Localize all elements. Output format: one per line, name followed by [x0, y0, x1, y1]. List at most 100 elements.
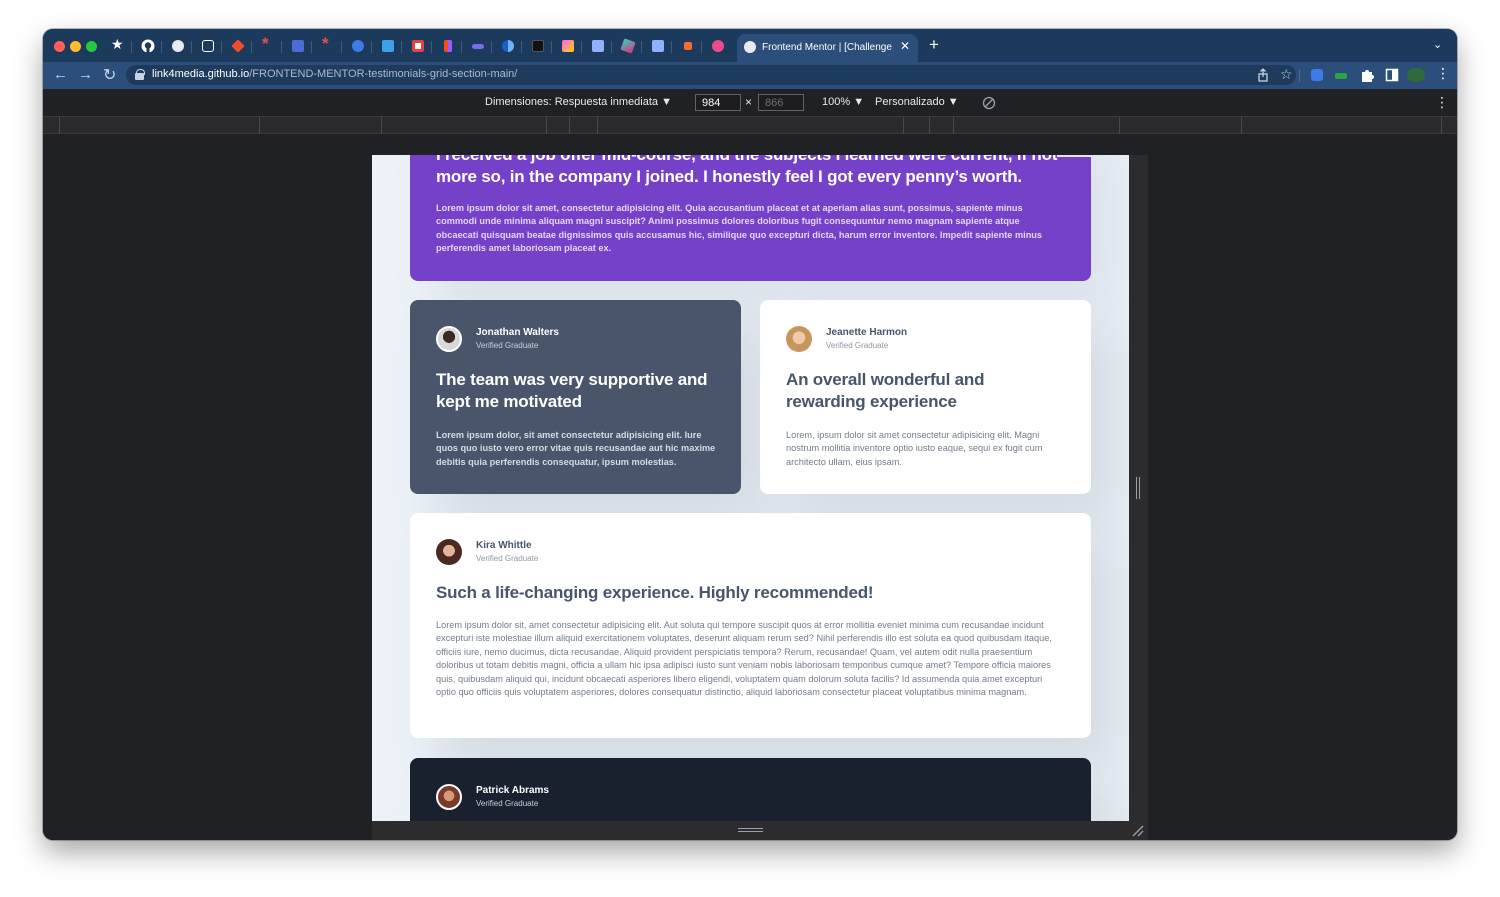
author-name: Kira Whittle: [476, 540, 532, 551]
sidebar-icon[interactable]: [1385, 68, 1399, 82]
e-badge-icon: [352, 40, 364, 52]
forward-button[interactable]: →: [78, 66, 93, 83]
pinned-tab-xd[interactable]: [559, 37, 577, 55]
pinned-tab-codepen[interactable]: [199, 37, 217, 55]
wave-icon: [472, 44, 484, 49]
ruler-segment[interactable]: [381, 117, 382, 134]
pinned-tab-bluetooth[interactable]: [289, 37, 307, 55]
tab-separator: [191, 41, 192, 53]
zoom-dropdown[interactable]: 100% ▼: [822, 96, 864, 108]
share-icon[interactable]: [1256, 68, 1270, 82]
cube-icon: [620, 38, 636, 54]
tab-strip: ★ * * Frontend Mentor | [Challenge] T ✕ …: [43, 29, 1457, 62]
author-name: Jonathan Walters: [476, 327, 559, 338]
tab-separator: [131, 41, 132, 53]
m-badge-icon: [532, 40, 544, 52]
close-window-button[interactable]: [54, 41, 65, 52]
arrow-icon: [684, 42, 692, 50]
tab-separator: [461, 41, 462, 53]
testimonial-body: Lorem ipsum dolor, sit amet consectetur …: [436, 430, 716, 467]
pinned-tab-asterisk-2[interactable]: *: [319, 34, 337, 55]
tab-search-button[interactable]: ⌄: [1433, 38, 1442, 51]
device-toolbar: Dimensiones: Respuesta inmediata ▼ 984 ×…: [43, 89, 1457, 116]
viewport-height-input[interactable]: 866: [758, 94, 804, 111]
testimonial-body: Lorem ipsum dolor sit amet, consectetur …: [436, 203, 1043, 254]
pinned-tab-dribbble[interactable]: [709, 37, 727, 55]
url-host: link4media.github.io: [152, 68, 250, 80]
ruler-segment[interactable]: [597, 117, 598, 134]
active-tab-title: Frontend Mentor | [Challenge] T: [762, 42, 892, 53]
pinned-tab-star[interactable]: ★: [109, 36, 127, 55]
pinned-tab-git[interactable]: [229, 37, 247, 55]
avatar: [436, 784, 462, 810]
author-role: Verified Graduate: [476, 554, 539, 563]
pinned-tab-cube[interactable]: [619, 37, 637, 55]
tab-separator: [701, 41, 702, 53]
back-button[interactable]: ←: [53, 66, 68, 83]
tab-separator: [251, 41, 252, 53]
profile-icon[interactable]: [1407, 68, 1425, 82]
close-tab-icon[interactable]: ✕: [900, 39, 910, 53]
ruler-segment[interactable]: [1119, 117, 1120, 134]
bookmark-star-icon[interactable]: ☆: [1280, 66, 1293, 83]
github-icon: [141, 39, 155, 53]
pinned-tab-halfcircle[interactable]: [499, 37, 517, 55]
pinned-tab-circle[interactable]: [169, 37, 187, 55]
dimensions-dropdown[interactable]: Dimensiones: Respuesta inmediata ▼: [485, 96, 672, 108]
viewport-width-input[interactable]: 984: [695, 94, 741, 111]
tab-separator: [641, 41, 642, 53]
pinned-tab-figma[interactable]: [439, 37, 457, 55]
new-tab-button[interactable]: +: [929, 35, 939, 55]
git-icon: [231, 39, 245, 53]
menu-icon[interactable]: ⋮: [1436, 65, 1450, 81]
minimize-window-button[interactable]: [70, 41, 81, 52]
ruler-segment[interactable]: [569, 117, 570, 134]
pinned-tab-grid[interactable]: [589, 37, 607, 55]
avatar: [436, 326, 462, 352]
tab-separator: [341, 41, 342, 53]
ruler-segment[interactable]: [903, 117, 904, 134]
pinned-tab-wave[interactable]: [469, 37, 487, 55]
maximize-window-button[interactable]: [86, 41, 97, 52]
address-bar[interactable]: link4media.github.io/FRONTEND-MENTOR-tes…: [126, 65, 1296, 85]
pinned-tab-e[interactable]: [349, 37, 367, 55]
pinned-tab-record[interactable]: [409, 37, 427, 55]
pinned-tab-asterisk[interactable]: *: [259, 34, 277, 55]
pinned-tab-arrow[interactable]: [679, 37, 697, 55]
testimonial-body: Lorem ipsum dolor sit, amet consectetur …: [436, 620, 1052, 698]
reload-button[interactable]: ↻: [103, 65, 116, 85]
codepen-icon: [202, 40, 214, 52]
page-viewport[interactable]: I received a job offer mid-course, and t…: [372, 155, 1129, 821]
device-toolbar-more-icon[interactable]: ⋮: [1435, 94, 1449, 111]
testimonial-card-daniel: I received a job offer mid-course, and t…: [410, 155, 1091, 281]
active-tab[interactable]: Frontend Mentor | [Challenge] T ✕: [737, 34, 918, 62]
resize-grip-icon: [1136, 477, 1140, 499]
viewport-height-resize-handle[interactable]: [372, 821, 1148, 840]
pinned-tab-grid-2[interactable]: [649, 37, 667, 55]
corner-resize-icon[interactable]: [1132, 825, 1144, 837]
pinned-tab-m[interactable]: [529, 37, 547, 55]
asterisk-icon: *: [262, 34, 269, 53]
extension-green-icon[interactable]: [1335, 73, 1347, 79]
throttling-dropdown[interactable]: Personalizado ▼: [875, 96, 959, 108]
figma-icon: [444, 40, 452, 52]
media-query-bar: [43, 116, 1457, 134]
pinned-tab-a[interactable]: [379, 37, 397, 55]
pinned-tab-github[interactable]: [139, 37, 157, 55]
ruler-segment[interactable]: [259, 117, 260, 134]
ruler-segment[interactable]: [546, 117, 547, 134]
tab-separator: [431, 41, 432, 53]
tab-separator: [311, 41, 312, 53]
rotate-icon[interactable]: [982, 96, 996, 110]
extension-blue-icon[interactable]: [1311, 69, 1323, 81]
tab-separator: [221, 41, 222, 53]
puzzle-icon[interactable]: [1360, 68, 1374, 82]
ruler-segment[interactable]: [1241, 117, 1242, 134]
tab-separator: [611, 41, 612, 53]
viewport-width-resize-handle[interactable]: [1129, 155, 1148, 821]
ruler-segment[interactable]: [929, 117, 930, 134]
ruler-segment[interactable]: [953, 117, 954, 134]
ruler-segment[interactable]: [59, 117, 60, 134]
circle-icon: [172, 40, 184, 52]
ruler-segment[interactable]: [1441, 117, 1442, 134]
